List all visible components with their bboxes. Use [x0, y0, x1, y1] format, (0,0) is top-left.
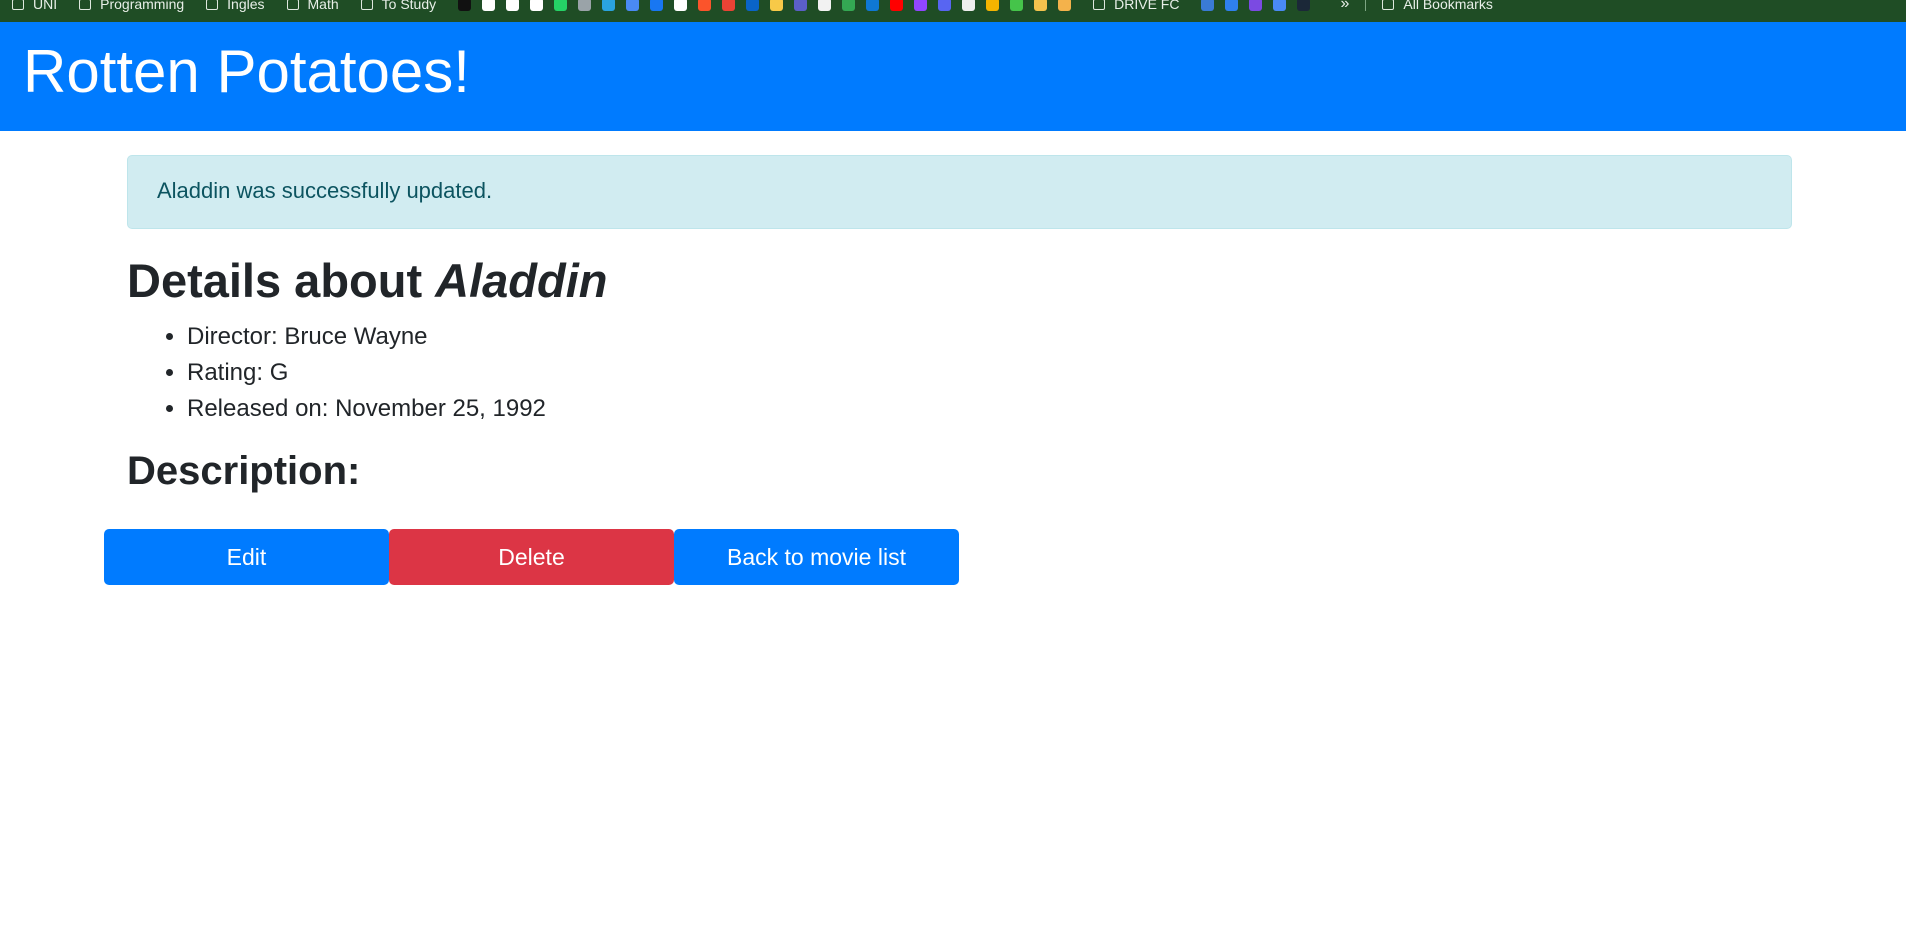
onedrive-icon[interactable] — [866, 0, 880, 11]
folder-icon — [286, 0, 299, 10]
bookmark-favicons-right — [1201, 0, 1311, 11]
chess-icon[interactable] — [530, 0, 544, 11]
bookmarks-separator — [1365, 0, 1367, 11]
movie-title: Aladdin — [435, 254, 608, 307]
bookmark-folder-ingles[interactable]: Ingles — [206, 0, 265, 12]
app-header: Rotten Potatoes! — [0, 22, 1906, 131]
discord-icon[interactable] — [938, 0, 952, 11]
main-content: Aladdin was successfully updated. Detail… — [127, 155, 1792, 495]
github-icon[interactable] — [674, 0, 688, 11]
action-buttons: Edit Delete Back to movie list — [104, 529, 959, 585]
movie-facts-list: Director: Bruce Wayne Rating: G Released… — [127, 319, 1792, 427]
whatsapp-icon[interactable] — [554, 0, 568, 11]
details-heading: Details about Aladdin — [127, 253, 1792, 309]
youtube-icon[interactable] — [890, 0, 904, 11]
copilot-icon[interactable] — [1201, 0, 1215, 11]
folder-icon — [360, 0, 373, 10]
sheets-icon[interactable] — [986, 0, 1000, 11]
bookmark-folder-drive-fc[interactable]: DRIVE FC — [1093, 0, 1179, 12]
bookmark-folder-label: Ingles — [227, 0, 265, 12]
bookmark-folder-to-study[interactable]: To Study — [360, 0, 437, 12]
calendar-icon[interactable] — [818, 0, 832, 11]
bookmark-favicons — [458, 0, 1072, 11]
gmail-icon[interactable] — [722, 0, 736, 11]
outlook-icon[interactable] — [746, 0, 760, 11]
bookmarks-row: UNI Programming Ingles Math To Study DRI… — [12, 0, 1515, 14]
flash-message: Aladdin was successfully updated. — [157, 178, 493, 203]
board-icon[interactable] — [1273, 0, 1287, 11]
folder-icon — [1382, 0, 1395, 10]
all-bookmarks-label: All Bookmarks — [1403, 0, 1493, 12]
university-icon[interactable] — [1249, 0, 1263, 11]
bookmark-folder-label: To Study — [381, 0, 437, 12]
telegram-icon[interactable] — [602, 0, 616, 11]
folder-icon — [1093, 0, 1106, 10]
bookmark-folder-programming[interactable]: Programming — [79, 0, 184, 12]
app-icon[interactable] — [962, 0, 976, 11]
drive-icon[interactable] — [842, 0, 856, 11]
bookmark-folder-label: Programming — [100, 0, 185, 12]
fact-rating: Rating: G — [187, 355, 1792, 391]
bookmarks-bar: UNI Programming Ingles Math To Study DRI… — [0, 0, 1906, 22]
details-prefix: Details about — [127, 254, 436, 307]
bookmark-folder-label: Math — [307, 0, 339, 12]
openai-icon[interactable] — [458, 0, 472, 11]
twitch-icon[interactable] — [914, 0, 928, 11]
bookmarks-overflow-chevron[interactable]: » — [1340, 0, 1349, 13]
bookmark-folder-label: DRIVE FC — [1114, 0, 1180, 12]
flash-notice: Aladdin was successfully updated. — [127, 155, 1792, 229]
avatar-icon[interactable] — [1034, 0, 1048, 11]
bookmark-folder-label: UNI — [33, 0, 58, 12]
chatbot-icon[interactable] — [578, 0, 592, 11]
translate-icon[interactable] — [626, 0, 640, 11]
vscode-icon[interactable] — [1225, 0, 1239, 11]
fact-director: Director: Bruce Wayne — [187, 319, 1792, 355]
yc-icon[interactable] — [482, 0, 496, 11]
back-to-movie-list-button[interactable]: Back to movie list — [674, 529, 959, 585]
edit-button[interactable]: Edit — [104, 529, 389, 585]
folder-icon — [206, 0, 219, 10]
photos-icon[interactable] — [770, 0, 784, 11]
app-title: Rotten Potatoes! — [23, 38, 470, 105]
folder-icon — [12, 0, 24, 10]
brave-icon[interactable] — [698, 0, 712, 11]
steam-icon[interactable] — [1297, 0, 1311, 11]
ai-icon[interactable] — [1010, 0, 1024, 11]
bookmark-folder-uni[interactable]: UNI — [12, 0, 57, 12]
folder-icon — [79, 0, 92, 10]
hourglass-icon[interactable] — [1058, 0, 1072, 11]
facebook-icon[interactable] — [650, 0, 664, 11]
doc-icon[interactable] — [506, 0, 520, 11]
all-bookmarks-folder[interactable]: All Bookmarks — [1382, 0, 1493, 12]
description-heading: Description: — [127, 449, 361, 494]
bookmark-folder-math[interactable]: Math — [286, 0, 339, 12]
fact-release-date: Released on: November 25, 1992 — [187, 391, 1792, 427]
delete-button[interactable]: Delete — [389, 529, 674, 585]
teams-icon[interactable] — [794, 0, 808, 11]
